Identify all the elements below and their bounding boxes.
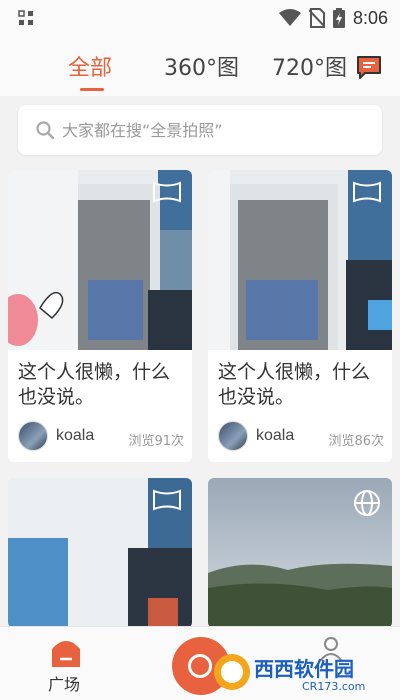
author-name[interactable]: koala [56,427,94,445]
card-caption: 这个人很懒，什么也没说。 [218,361,371,408]
clock: 8:06 [352,7,388,28]
panorama-icon [353,181,381,203]
card-pano-2[interactable]: 这个人很懒，什么也没说。 koala 浏览86次 [208,170,392,462]
camera-icon [188,654,212,678]
card-author[interactable]: koala [18,421,94,451]
tab-360[interactable]: 360°图 [164,50,239,82]
search-bar[interactable] [18,105,382,155]
card-pano-1[interactable]: 这个人很懒，什么也没说。 koala 浏览91次 [8,170,192,462]
globe-icon [354,490,380,516]
card-pano-3[interactable] [8,478,192,628]
no-sim-icon [308,8,325,28]
search-icon [36,121,54,139]
panorama-icon [153,181,181,203]
watermark-logo: 西西软件园 CR173.com [214,654,365,693]
card-author[interactable]: koala [218,421,294,451]
watermark-site: CR173.com [302,680,365,693]
home-icon[interactable] [46,635,86,669]
nav-home-label[interactable]: 广场 [48,671,80,695]
apps-icon [18,10,33,25]
tab-720[interactable]: 720°图 [272,50,347,82]
header: 全部 360°图 720°图 [0,36,400,96]
battery-charging-icon [332,8,345,28]
active-tab-indicator [80,88,104,91]
watermark-brand: 西西软件园 [254,657,354,681]
search-input[interactable] [62,115,362,145]
card-pano-4[interactable] [208,478,392,628]
view-count: 浏览86次 [328,434,384,449]
card-caption: 这个人很懒，什么也没说。 [18,361,171,408]
avatar[interactable] [18,421,48,451]
avatar[interactable] [218,421,248,451]
status-bar: 8:06 [0,0,400,36]
tab-all[interactable]: 全部 [68,50,112,82]
view-count: 浏览91次 [128,434,184,449]
message-icon[interactable] [356,54,382,80]
wifi-icon [278,9,301,26]
author-name[interactable]: koala [256,427,294,445]
panorama-icon [153,489,181,511]
